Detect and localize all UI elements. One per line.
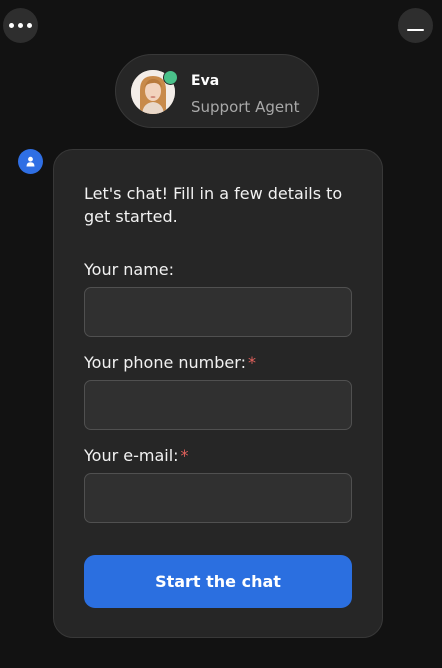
minimize-icon <box>407 28 424 31</box>
menu-button[interactable] <box>3 8 38 43</box>
phone-label: Your phone number: * <box>84 353 256 372</box>
intro-message: Let's chat! Fill in a few details to get… <box>84 184 343 226</box>
user-icon <box>18 149 43 174</box>
name-label-text: Your name: <box>84 260 175 279</box>
chat-form-card: Let's chat! Fill in a few details to get… <box>53 149 383 638</box>
agent-role: Support Agent <box>191 98 300 116</box>
start-chat-button[interactable]: Start the chat <box>84 555 352 608</box>
phone-label-text: Your phone number: <box>84 353 246 372</box>
required-marker: * <box>180 446 189 465</box>
ellipsis-icon <box>9 23 32 28</box>
required-marker: * <box>247 353 256 372</box>
chat-widget: Eva Support Agent Let's chat! Fill in a … <box>0 0 442 668</box>
online-status-indicator <box>163 70 178 85</box>
name-label: Your name: <box>84 260 174 279</box>
minimize-button[interactable] <box>398 8 433 43</box>
email-label: Your e-mail: * <box>84 446 189 465</box>
phone-input[interactable] <box>84 380 352 430</box>
agent-card: Eva Support Agent <box>115 54 319 128</box>
name-input[interactable] <box>84 287 352 337</box>
email-label-text: Your e-mail: <box>84 446 179 465</box>
email-input[interactable] <box>84 473 352 523</box>
agent-name: Eva <box>191 73 220 89</box>
